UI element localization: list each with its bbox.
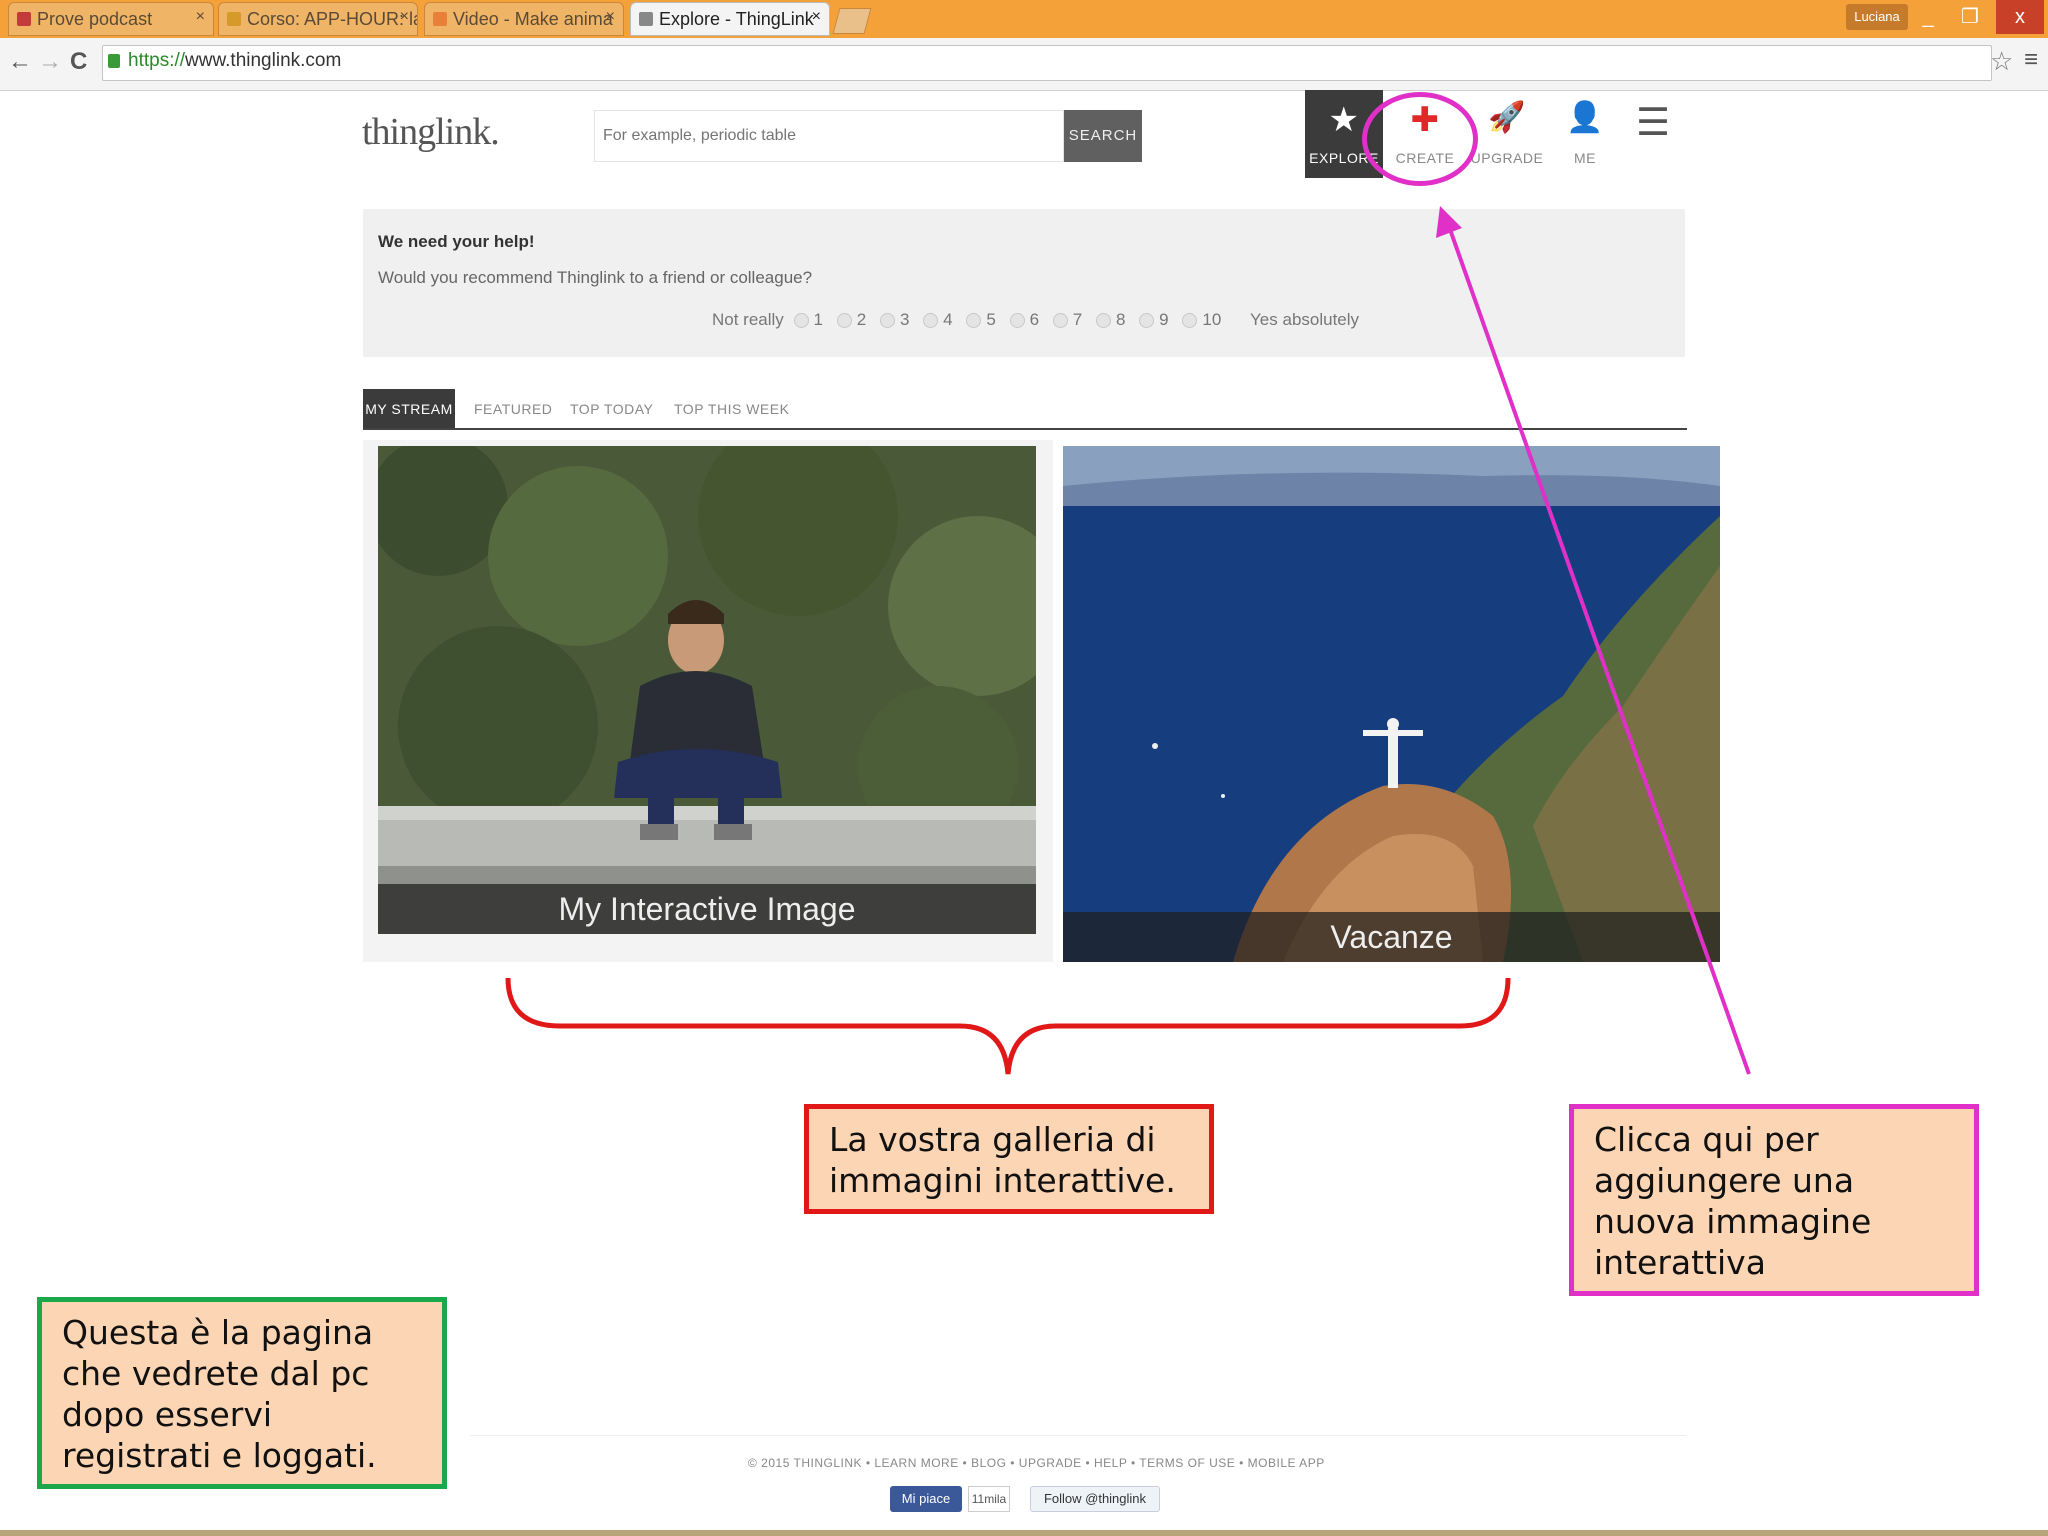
facebook-like-count: 11mila <box>968 1486 1010 1512</box>
footer-links[interactable]: © 2015 THINGLINK • LEARN MORE • BLOG • U… <box>748 1456 1325 1470</box>
callout-create: Clicca qui per aggiungere una nuova imma… <box>1569 1104 1979 1296</box>
footer-divider <box>470 1435 1686 1436</box>
arrow-head-icon <box>1436 206 1462 238</box>
create-arrow <box>1444 217 1751 1075</box>
callout-gallery: La vostra galleria di immagini interatti… <box>804 1104 1214 1214</box>
gallery-brace <box>505 977 1511 1075</box>
os-taskbar <box>0 1530 2048 1536</box>
callout-page: Questa è la pagina che vedrete dal pc do… <box>37 1297 447 1489</box>
twitter-follow-button[interactable]: Follow @thinglink <box>1030 1486 1160 1512</box>
facebook-like-button[interactable]: Mi piace <box>890 1486 962 1512</box>
